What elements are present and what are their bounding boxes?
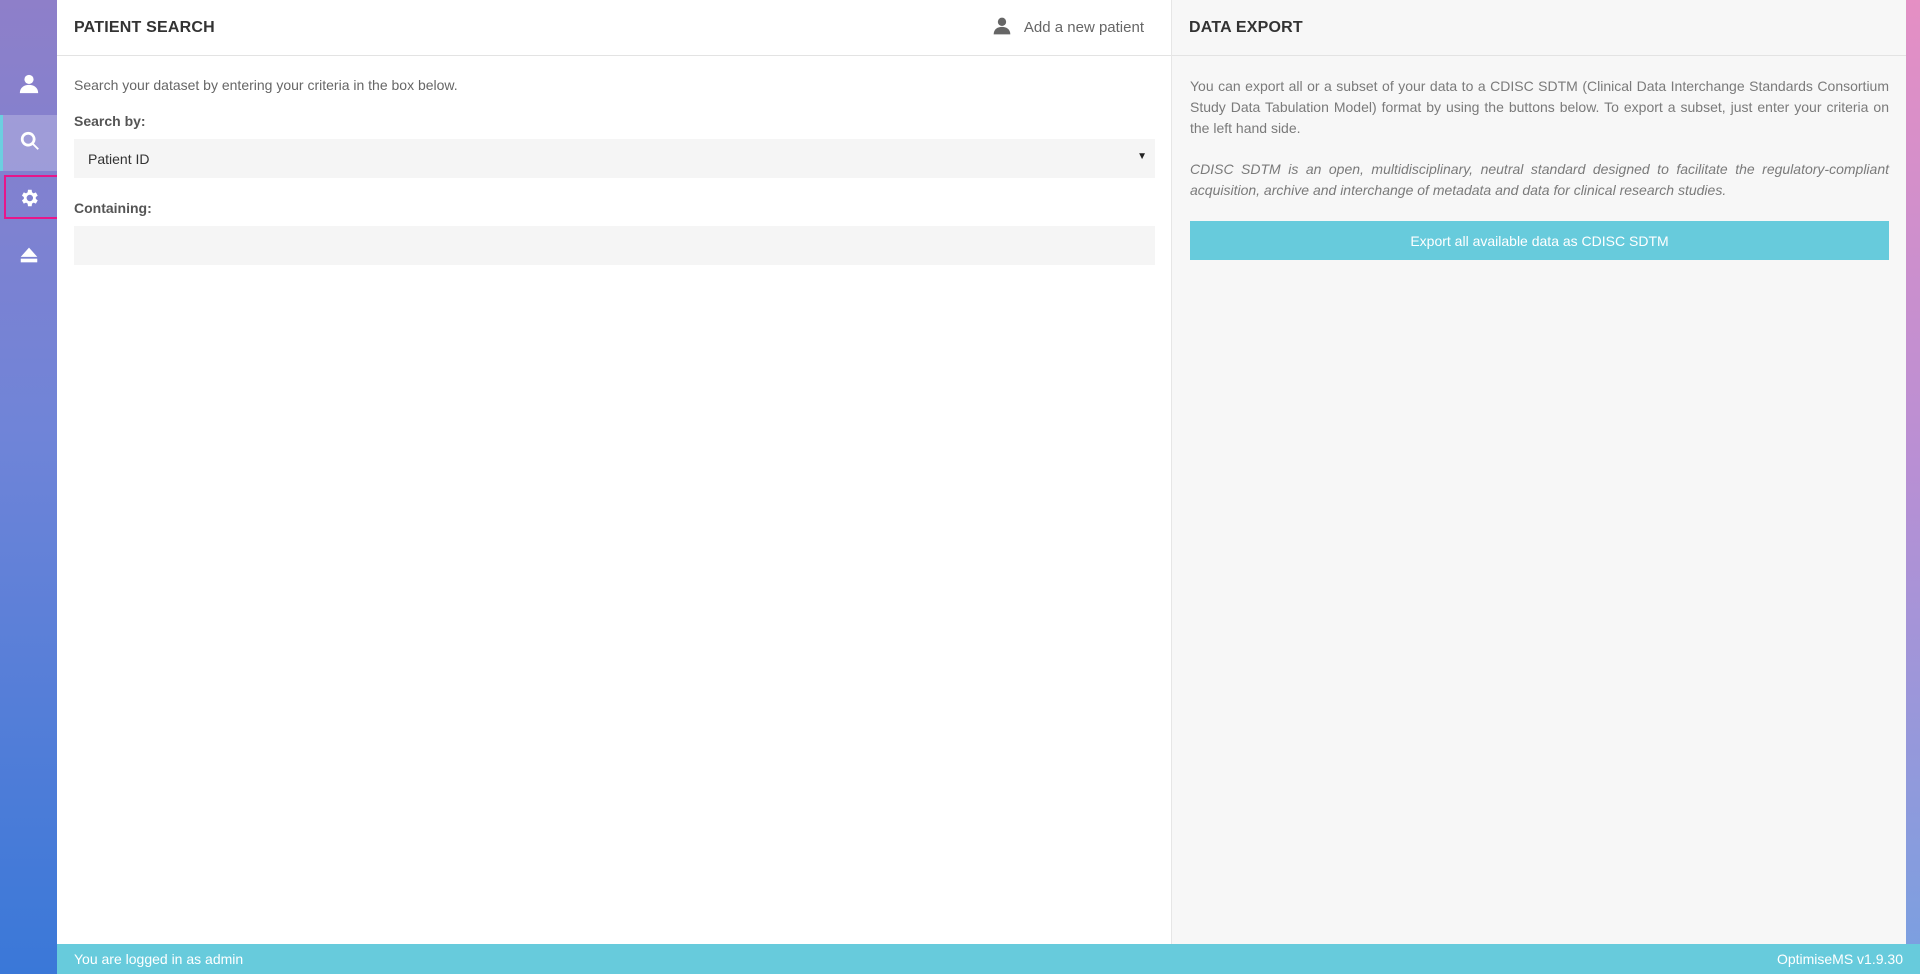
search-description: Search your dataset by entering your cri… [74, 77, 458, 93]
add-patient-button[interactable]: Add a new patient [992, 16, 1144, 40]
page-title: PATIENT SEARCH [74, 18, 215, 36]
patient-search-header: PATIENT SEARCH Add a new patient [57, 0, 1171, 56]
data-export-panel: DATA EXPORT You can export all or a subs… [1172, 0, 1906, 944]
data-export-header: DATA EXPORT [1172, 0, 1906, 56]
patient-search-panel: PATIENT SEARCH Add a new patient Search … [57, 0, 1172, 944]
export-all-button[interactable]: Export all available data as CDISC SDTM [1190, 221, 1889, 260]
search-icon [19, 130, 41, 157]
login-status: You are logged in as admin [74, 951, 244, 967]
data-export-title: DATA EXPORT [1189, 18, 1303, 36]
sidebar-item-logout[interactable] [0, 229, 57, 285]
search-by-value: Patient ID [88, 150, 150, 167]
sidebar [0, 0, 64, 974]
caret-down-icon: ▼ [1137, 151, 1147, 162]
cdisc-description: CDISC SDTM is an open, multidisciplinary… [1190, 161, 1889, 198]
eject-icon [18, 244, 40, 271]
containing-label: Containing: [74, 200, 152, 216]
containing-input[interactable] [74, 226, 1155, 265]
patient-search-body: Search your dataset by entering your cri… [57, 56, 1171, 265]
app-version: OptimiseMS v1.9.30 [1776, 951, 1903, 967]
sidebar-item-search[interactable] [0, 115, 57, 171]
sidebar-item-patient[interactable] [0, 58, 57, 114]
data-export-body: You can export all or a subset of your d… [1172, 56, 1906, 260]
user-icon [992, 16, 1012, 40]
add-patient-label: Add a new patient [1023, 19, 1144, 36]
right-decorative-strip [1906, 0, 1920, 944]
search-by-label: Search by: [74, 113, 146, 129]
search-by-select[interactable]: Patient ID ▼ [74, 139, 1155, 178]
user-icon [18, 73, 40, 100]
sidebar-item-settings[interactable] [0, 172, 64, 228]
footer: You are logged in as admin OptimiseMS v1… [57, 944, 1920, 974]
export-description: You can export all or a subset of your d… [1190, 78, 1889, 136]
gear-icon [18, 187, 40, 214]
